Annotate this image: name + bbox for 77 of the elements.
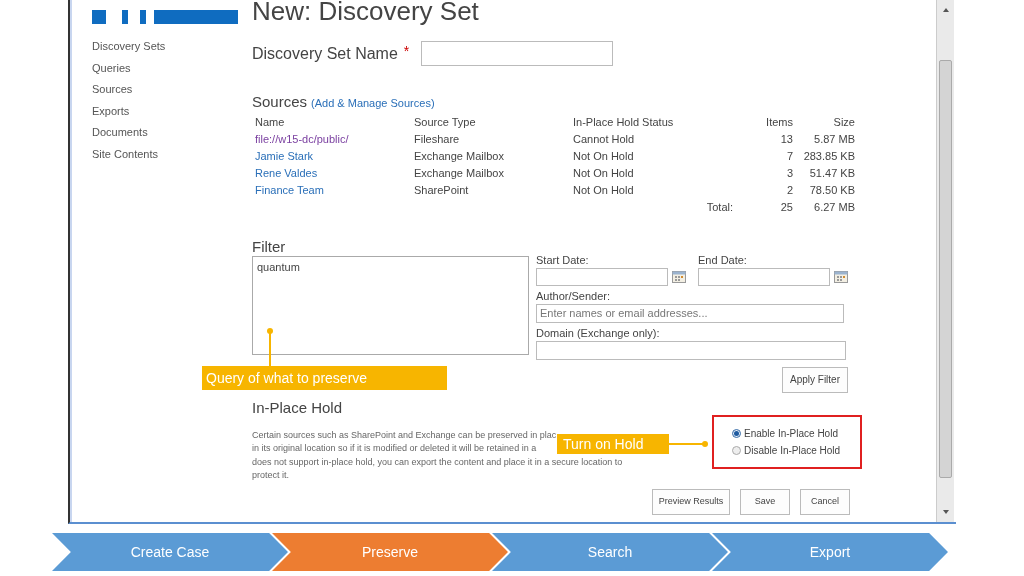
scrollbar[interactable] <box>936 0 954 522</box>
callout: Turn on Hold <box>557 434 669 454</box>
field-label: Domain (Exchange only): <box>536 325 660 341</box>
name-input[interactable] <box>421 41 614 66</box>
leader-line <box>669 441 709 447</box>
sidebar-link[interactable]: Sources <box>92 82 133 98</box>
radio-option[interactable]: Enable In-Place Hold <box>732 425 838 441</box>
required-mark: * <box>403 42 410 61</box>
table-cell-text: 7 <box>785 148 793 164</box>
form-button[interactable]: Preview Results <box>652 488 730 515</box>
table-cell-text: 6.27 MB <box>813 199 855 215</box>
table-cell-text: 3 <box>785 165 793 181</box>
process-step: Preserve <box>272 533 508 571</box>
process-step: Search <box>492 533 728 571</box>
column-header: In-Place Hold Status <box>573 114 675 130</box>
section-title: Sources <box>252 92 308 112</box>
table-cell-text: Not On Hold <box>573 165 634 181</box>
process-step: Create Case <box>52 533 288 571</box>
description-line: Certain sources such as SharePoint and Exchange can be preserved in plac <box>252 428 557 442</box>
table-cell-text: 13 <box>779 131 793 147</box>
description-line: protect it. <box>252 469 289 482</box>
section-title: In-Place Hold <box>252 398 343 417</box>
total-label: Total: <box>705 199 734 215</box>
table-cell-text: Exchange Mailbox <box>414 148 504 164</box>
calendar-icon[interactable] <box>834 270 848 283</box>
column-header: Items <box>765 114 793 130</box>
start-date-input[interactable] <box>536 267 668 286</box>
scrollbar-thumb[interactable] <box>939 60 952 478</box>
source-link[interactable]: Jamie Stark <box>255 147 314 165</box>
table-cell-text: 2 <box>785 182 793 198</box>
sidebar-link[interactable]: Documents <box>92 125 148 141</box>
manage-sources-link[interactable]: (Add & Manage Sources) <box>311 95 435 112</box>
field-label: Discovery Set Name <box>252 43 398 64</box>
end-date-input[interactable] <box>698 267 830 286</box>
source-link[interactable]: file://w15-dc/public/ <box>255 130 349 148</box>
column-header: Size <box>832 114 855 130</box>
sidebar-link[interactable]: Exports <box>92 103 130 119</box>
source-link[interactable]: Rene Valdes <box>255 164 318 182</box>
table-cell-text: Not On Hold <box>573 182 634 198</box>
section-title: Filter <box>252 237 286 256</box>
table-cell-text: SharePoint <box>414 182 469 198</box>
table-cell-text: Fileshare <box>414 131 460 147</box>
form-button[interactable]: Cancel <box>800 488 850 515</box>
scroll-down-icon[interactable] <box>942 510 949 514</box>
scroll-up-icon[interactable] <box>942 8 949 12</box>
process-step: Export <box>712 533 948 571</box>
domain-input[interactable] <box>536 340 846 360</box>
column-header: Name <box>255 114 286 130</box>
radio-option[interactable]: Disable In-Place Hold <box>732 442 841 458</box>
table-cell-text: 51.47 KB <box>808 165 855 181</box>
sidebar-link[interactable]: Discovery Sets <box>92 39 166 55</box>
table-cell-text: Cannot Hold <box>573 131 635 147</box>
description-line: in its original location so if it is modified or deleted it will be retained in a <box>252 442 537 455</box>
sidebar-link[interactable]: Site Contents <box>92 146 159 162</box>
leader-line <box>267 328 273 366</box>
table-cell-text: Not On Hold <box>573 148 634 164</box>
source-link[interactable]: Finance Team <box>255 181 324 199</box>
table-cell-text: Exchange Mailbox <box>414 165 504 181</box>
field-label: End Date: <box>698 252 747 268</box>
sidebar-link[interactable]: Queries <box>92 60 131 76</box>
table-cell-text: 25 <box>779 199 793 215</box>
page-title: New: Discovery Set <box>252 0 479 26</box>
radio-button[interactable] <box>732 428 741 438</box>
description-line: does not support in-place hold, you can export the content and place it in a secure location to <box>252 455 623 469</box>
query-textarea[interactable]: quantum <box>252 255 529 355</box>
table-cell-text: 5.87 MB <box>813 131 855 147</box>
calendar-icon[interactable] <box>672 270 686 283</box>
apply-filter-button[interactable]: Apply Filter <box>782 366 848 393</box>
radio-button[interactable] <box>732 445 741 455</box>
table-cell-text: 283.85 KB <box>802 148 855 164</box>
field-label: Author/Sender: <box>536 288 610 304</box>
field-label: Start Date: <box>536 252 589 268</box>
column-header: Source Type <box>414 114 477 130</box>
author-input[interactable]: Enter names or email addresses... <box>536 303 844 323</box>
form-button[interactable]: Save <box>740 488 790 515</box>
table-cell-text: 78.50 KB <box>808 182 855 198</box>
callout: Query of what to preserve <box>202 366 447 390</box>
